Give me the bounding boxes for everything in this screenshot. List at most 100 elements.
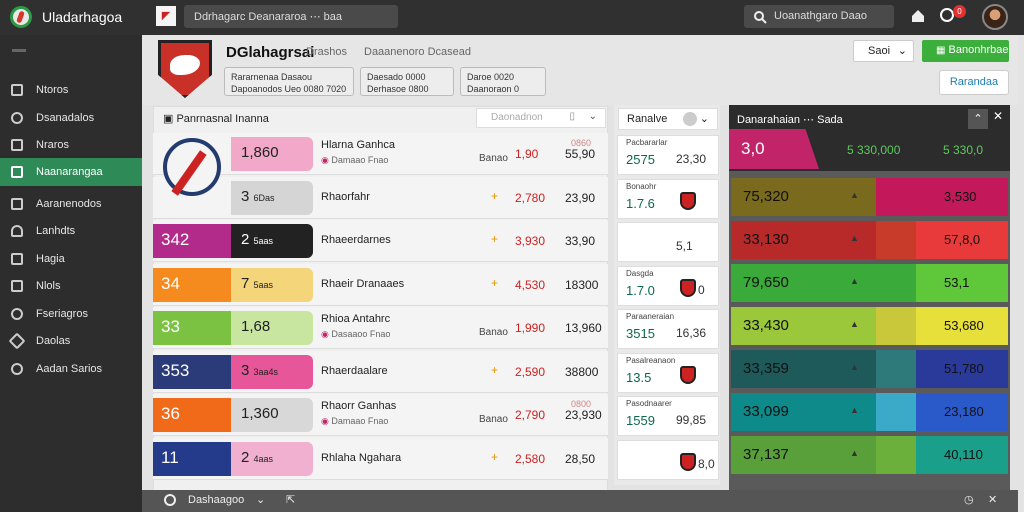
notification-icon[interactable] [940,8,954,22]
home-icon[interactable] [910,8,926,24]
row-value-main: 3 [241,187,250,205]
standing-value-2: 57,8,0 [916,221,1008,259]
stat-card[interactable]: Pasodnaarer 1559 99,85 [617,396,719,436]
stat-card[interactable]: 5,1 [617,222,719,262]
sidebar-item-3[interactable]: Nraros [0,131,142,159]
season-select[interactable]: Saoi ⌄ [853,40,914,62]
table-row[interactable]: 33 1,68 Rhioa Antahrc ◉ Dasaaoo Fnao Banao 1… [153,307,608,349]
stat-card[interactable]: Pacbararlar 2575 23,30 [617,135,719,175]
row-value-small: 6Das [253,192,275,203]
plus-icon[interactable]: + [491,189,498,203]
menu-icon[interactable] [12,49,26,52]
clipboard-icon: ▯ [569,111,575,122]
standing-row[interactable]: 33,359 ▲ 51,780 [731,350,1008,388]
table-row[interactable]: 36 1,360 Rhaorr Ganhas ◉ Damaao Fnao Banao 2… [153,394,608,436]
chat-icon [11,139,23,151]
table-row[interactable]: 353 3 3aa4s Rhaerdaalare +2,590 38800 [153,350,608,393]
standing-row[interactable]: 33,430 ▲ 53,680 [731,307,1008,345]
row-stat-1: 1,90 [515,147,539,161]
stat-card[interactable]: Paraaneraian 3515 16,36 [617,309,719,349]
trend-icon: ▲ [850,448,859,458]
primary-button[interactable]: ▦ Banonhrbae [922,40,1009,62]
plus-icon[interactable]: + [491,450,498,464]
sidebar-item-10[interactable]: Daolas [0,327,142,355]
close-icon[interactable]: ✕ [988,493,997,506]
row-stat-small: 0860 [571,138,592,148]
stat-card[interactable]: Pasalreanaon 13.5 [617,352,719,393]
search-input[interactable]: Uoanathgaro Daao [744,5,894,28]
stat-card-label: Pasodnaarer [626,399,672,408]
row-value-main: 2 [241,231,250,248]
standing-row[interactable]: 33,099 ▲ 23,180 [731,393,1008,431]
notification-badge: 0 [953,5,966,18]
row-stat-2: 28,50 [565,451,596,466]
standing-value-2: 40,110 [916,436,1008,474]
table-row[interactable]: 3 6Das Rhaorfahr +2,780 23,90 [153,176,608,219]
user-avatar[interactable] [982,4,1008,30]
primary-button-label: Banonhrbae [948,44,1009,56]
chevron-down-icon[interactable]: ⌄ [256,493,265,506]
panel-search-input[interactable]: Daonadnon ▯ ⌄ [476,108,606,128]
share-icon[interactable]: ⇱ [286,493,295,506]
row-stat-1: 2,780 [515,190,546,205]
plus-icon[interactable]: + [491,363,498,377]
middle-header-label: Ranalve [627,113,668,125]
house-icon [11,166,23,178]
right-top-value: 3,0 [741,139,765,158]
stat-card-value-2: 8,0 [698,456,715,471]
standing-bar: ▲ [850,221,916,259]
footer-label[interactable]: Dashaagoo [188,494,244,506]
trend-icon: ▲ [850,233,859,243]
sidebar-item-5[interactable]: Aaranenodos [0,190,142,218]
player-sub: ◉ Damaao Fnao [321,416,388,427]
middle-select[interactable]: Ranalve ⌄ [618,108,718,130]
standing-row[interactable]: 33,130 ▲ 57,8,0 [731,221,1008,259]
chart-icon[interactable]: ◷ [964,493,974,506]
player-sub-text: Dasaaoo Fnao [331,329,391,339]
standing-row[interactable]: 75,320 ▲ 3,530 [731,178,1008,216]
sidebar-item-7[interactable]: Hagia [0,245,142,273]
table-row[interactable]: 34 7 5aas Rhaeir Dranaaes +4,530 18300 [153,263,608,306]
secondary-button[interactable]: Rarandaa [939,70,1009,95]
stat-card[interactable]: 8,0 [617,439,719,480]
stat-card-value: 13.5 [626,369,652,385]
stat-card[interactable]: Dasgda 1.7.0 0 [617,265,719,306]
standing-row[interactable]: 79,650 ▲ 53,1 [731,264,1008,302]
row-value-main: 1,68 [241,318,271,335]
sidebar-item-label: Lanhdts [36,225,76,237]
table-row[interactable]: 342 2 5aas Rhaeerdarnes +3,930 33,90 [153,220,608,262]
sidebar-item-6[interactable]: Lanhdts [0,217,142,245]
sidebar-item-label: Fseriagros [36,308,88,320]
sidebar-item-label: Dsanadalos [36,112,95,124]
row-score: 11 [153,441,231,476]
table-row[interactable]: 11 2 4aas Rhlaha Ngahara +2,580 28,50 [153,437,608,480]
player-name: Rhaerdaalare [321,364,388,377]
stat-card-label: Dasgda [626,268,654,278]
sidebar-item-1[interactable]: Ntoros [0,76,142,104]
collapse-icon[interactable]: ⌃ [968,109,988,129]
stat-card-value-2: 99,85 [676,413,707,427]
sidebar-item-9[interactable]: Fseriagros [0,300,142,328]
sidebar-item-11[interactable]: Aadan Sarios [0,355,142,383]
row-value: 2 4aas [231,441,313,476]
player-name: Rhaorr Ganhas [321,400,397,412]
table-row[interactable]: 1,860 Hlarna Ganhca ◉ Damaao Fnao Banao 1,9… [153,133,608,175]
row-value-main: 7 [241,274,250,292]
trend-icon: ▲ [850,276,859,286]
address-bar[interactable]: Ddrhagarc Deanararoa ⋯ baa [184,5,398,28]
close-icon[interactable]: ✕ [993,109,1003,123]
grid-icon: ▦ [936,45,946,56]
sidebar-item-label: Hagia [36,253,65,265]
stat-card-value: 3515 [626,326,655,341]
plus-icon[interactable]: + [491,232,498,246]
sidebar-item-4[interactable]: Naanarangaa [0,158,142,186]
row-value: 2 5aas [231,224,313,258]
row-score: 33 [153,311,231,345]
standing-bar: ▲ [850,436,916,474]
plus-icon[interactable]: + [491,276,498,290]
sidebar-item-8[interactable]: Nlols [0,272,142,300]
sidebar-item-2[interactable]: Dsanadalos [0,104,142,132]
stat-card[interactable]: Bonaohr 1.7.6 [617,178,719,219]
standing-bar: ▲ [850,350,916,388]
standing-row[interactable]: 37,137 ▲ 40,110 [731,436,1008,474]
